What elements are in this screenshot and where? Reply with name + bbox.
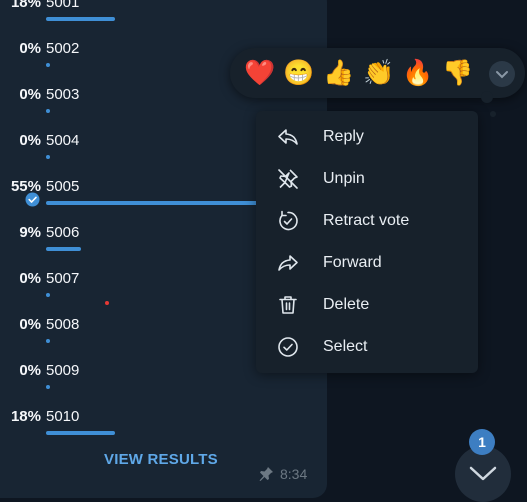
menu-item-unpin[interactable]: Unpin <box>256 158 478 200</box>
poll-option-label: 5003 <box>46 86 80 103</box>
menu-item-label: Unpin <box>323 170 365 187</box>
poll-option-label: 5001 <box>46 0 80 11</box>
menu-item-label: Select <box>323 338 368 355</box>
reply-icon <box>278 129 298 145</box>
poll-option-percent: 0% <box>19 316 41 333</box>
poll-option-percent: 0% <box>19 270 41 287</box>
poll-option: 18% 5001 <box>0 0 327 40</box>
pin-icon <box>259 467 273 481</box>
poll-option-percent: 0% <box>19 40 41 57</box>
poll-option-percent: 0% <box>19 132 41 149</box>
poll-option-percent: 18% <box>10 0 41 11</box>
red-dot <box>105 301 109 305</box>
poll-option-bar <box>46 431 115 435</box>
poll-option-label: 5005 <box>46 178 80 195</box>
trash-icon <box>279 296 297 314</box>
poll-option-percent: 0% <box>19 362 41 379</box>
reaction-bar: ❤️ 😁 👍 👏 🔥 👎 <box>230 48 525 98</box>
retract-vote-icon <box>279 210 298 231</box>
poll-option-bar <box>46 293 50 297</box>
poll-option-label: 5007 <box>46 270 80 287</box>
poll-option: 18% 5010 <box>0 408 327 454</box>
poll-option-label: 5004 <box>46 132 80 149</box>
unpin-icon <box>278 169 298 189</box>
poll-option-label: 5009 <box>46 362 80 379</box>
poll-option-bar <box>46 17 115 21</box>
menu-item-label: Reply <box>323 128 364 145</box>
menu-item-label: Retract vote <box>323 212 410 229</box>
poll-option-bar <box>46 63 50 67</box>
forward-icon <box>278 255 298 271</box>
menu-item-label: Delete <box>323 296 370 313</box>
message-time: 8:34 <box>280 466 308 482</box>
unread-count-badge: 1 <box>469 429 495 455</box>
poll-option-bar <box>46 385 50 389</box>
poll-option-label: 5008 <box>46 316 80 333</box>
menu-item-select[interactable]: Select <box>256 326 478 368</box>
chevron-down-icon <box>496 71 508 79</box>
poll-option-label: 5010 <box>46 408 80 425</box>
reaction-bar-tail-dot <box>490 111 496 117</box>
reaction-bar-tail <box>481 91 493 103</box>
poll-option-bar <box>46 339 50 343</box>
more-reactions-button[interactable] <box>489 61 515 87</box>
poll-option-label: 5002 <box>46 40 80 57</box>
voted-check-icon <box>25 192 40 207</box>
poll-option-percent: 18% <box>10 408 41 425</box>
poll-option-percent: 0% <box>19 86 41 103</box>
menu-item-label: Forward <box>323 254 382 271</box>
reaction-heart[interactable]: ❤️ <box>244 58 275 88</box>
poll-option-label: 5006 <box>46 224 80 241</box>
menu-item-reply[interactable]: Reply <box>256 116 478 158</box>
menu-item-retract-vote[interactable]: Retract vote <box>256 200 478 242</box>
select-check-icon <box>278 337 298 357</box>
reaction-grin[interactable]: 😁 <box>283 58 314 88</box>
poll-option-percent: 9% <box>19 224 41 241</box>
reaction-thumbs-down[interactable]: 👎 <box>442 58 473 88</box>
poll-option-bar <box>46 155 50 159</box>
reaction-clap[interactable]: 👏 <box>363 58 394 88</box>
context-menu: Reply Unpin Retract vote Forward Delete <box>256 111 478 373</box>
menu-item-delete[interactable]: Delete <box>256 284 478 326</box>
poll-option-bar <box>46 247 81 251</box>
view-results-button[interactable]: VIEW RESULTS <box>104 451 218 468</box>
menu-item-forward[interactable]: Forward <box>256 242 478 284</box>
reaction-fire[interactable]: 🔥 <box>402 58 433 88</box>
reaction-thumbs-up[interactable]: 👍 <box>323 58 354 88</box>
poll-option-bar <box>46 201 258 205</box>
poll-option-bar <box>46 109 50 113</box>
message-meta: 8:34 <box>258 466 307 482</box>
